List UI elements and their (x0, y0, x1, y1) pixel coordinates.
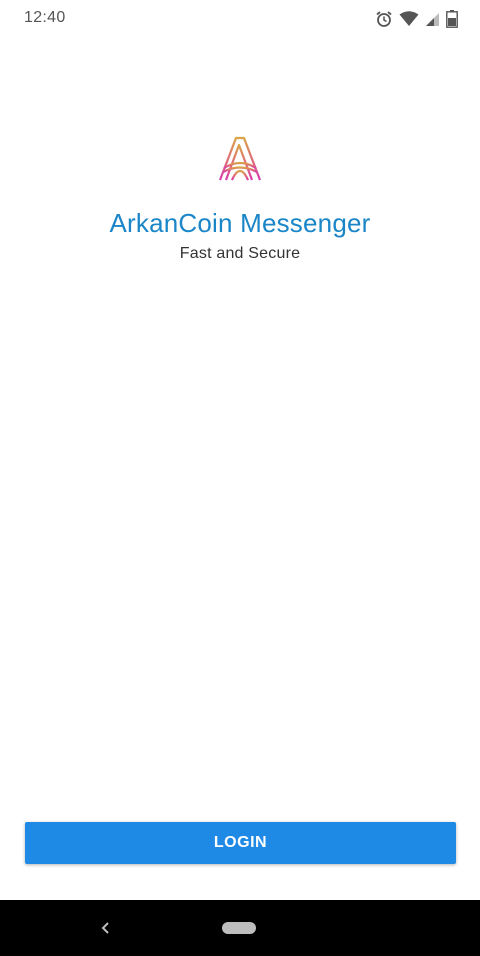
navigation-bar (0, 900, 480, 956)
battery-icon (446, 10, 458, 28)
alarm-icon (375, 10, 393, 28)
app-screen: 12:40 ArkanCoin Messenger Fast and Secur… (0, 0, 480, 956)
status-icons (375, 9, 458, 29)
login-button[interactable]: LOGIN (25, 822, 456, 864)
back-icon[interactable] (96, 916, 116, 940)
home-pill-icon[interactable] (222, 922, 256, 934)
wifi-icon (399, 11, 419, 27)
status-bar: 12:40 (0, 0, 480, 38)
status-time: 12:40 (24, 9, 66, 26)
arkancoin-logo-icon (218, 136, 262, 182)
app-subtitle: Fast and Secure (179, 245, 301, 262)
cell-signal-icon (425, 12, 440, 27)
app-title: ArkanCoin Messenger (109, 208, 371, 238)
